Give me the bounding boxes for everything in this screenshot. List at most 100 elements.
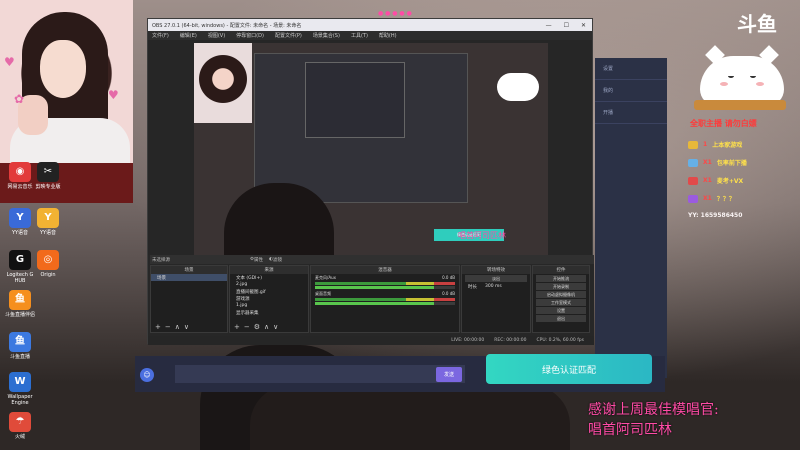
- menu-edit[interactable]: 编辑(E): [180, 32, 197, 39]
- netease-music-icon: ◉: [9, 162, 31, 182]
- desktop-icon-label: Wallpaper Engine: [7, 394, 33, 406]
- gift-icon: [688, 140, 698, 149]
- menu-tools[interactable]: 工具(T): [351, 32, 368, 39]
- preview-recursive-obs: [254, 53, 468, 203]
- desktop-icon-label: 网易云音乐: [7, 184, 33, 190]
- volume-meter: [315, 282, 455, 285]
- source-item[interactable]: 直播间截图.gif: [230, 288, 308, 295]
- green-verify-button[interactable]: 绿色认证匹配: [486, 354, 652, 384]
- transitions-dock: 转场特效 淡出 时长 300 ms: [461, 265, 531, 333]
- douyu-side-panel: 设置 我的 开播: [595, 58, 667, 378]
- desktop-icon[interactable]: W Wallpaper Engine: [2, 372, 38, 406]
- virtual-camera-button[interactable]: 启动虚拟摄像机: [536, 291, 586, 298]
- overlay-line: X1 ？？？: [688, 194, 735, 203]
- mixer-track[interactable]: 麦克风/Aux 0.0 dB: [311, 274, 459, 290]
- thanks-overlay: 感谢上周最佳模唱官: 唱首阿司匹林: [588, 400, 719, 440]
- mixer-track[interactable]: 桌面音频 0.0 dB: [311, 290, 459, 306]
- maximize-icon[interactable]: ☐: [564, 22, 569, 29]
- menu-file[interactable]: 文件(F): [152, 32, 169, 39]
- volume-slider[interactable]: [315, 302, 455, 305]
- controls-dock: 控件 开始推流 开始录制 启动虚拟摄像机 工作室模式 设置 退出: [532, 265, 590, 333]
- send-button[interactable]: 发送: [436, 367, 462, 382]
- overlay-line-text: 麦考+VX: [716, 178, 744, 185]
- exit-button[interactable]: 退出: [536, 315, 586, 322]
- source-item[interactable]: 1.jpg: [230, 302, 308, 309]
- track-name: 麦克风/Aux: [315, 275, 336, 280]
- desktop-icon-label: Origin: [40, 272, 56, 278]
- menu-help[interactable]: 帮助(H): [379, 32, 397, 39]
- settings-button[interactable]: 设置: [536, 307, 586, 314]
- scenes-toolbar[interactable]: +−∧∨: [155, 323, 193, 331]
- scene-item[interactable]: 场景: [151, 274, 227, 281]
- cat-eye: [728, 74, 734, 78]
- sources-dock: 来源 文本 (GDI+) 2.jpg 直播间截图.gif 游戏源 1.jpg 显…: [229, 265, 309, 333]
- desktop-icon-label: YY语音: [11, 230, 29, 236]
- webcam-feed: ♥ ♥ ✿: [0, 0, 133, 163]
- source-item[interactable]: 显示器采集: [230, 309, 308, 316]
- heart-sticker-icon: ✿: [14, 92, 25, 106]
- transition-select[interactable]: 淡出: [465, 275, 527, 282]
- cat-eye: [750, 74, 756, 78]
- overlay-line-count: X1: [703, 177, 712, 184]
- start-recording-button[interactable]: 开始录制: [536, 283, 586, 290]
- jianying-icon: ✂: [37, 162, 59, 182]
- recording-indicator: ● ● ● ● ●: [378, 10, 412, 17]
- desktop-icon[interactable]: 鱼 斗鱼直播伴侣: [2, 290, 38, 318]
- overlay-line: X1 麦考+VX: [688, 176, 743, 185]
- huorong-icon: ☂: [9, 412, 31, 432]
- minimize-icon[interactable]: —: [546, 22, 552, 29]
- webcam-face: [40, 40, 86, 98]
- desktop-icon[interactable]: ◎ Origin: [30, 250, 66, 278]
- avatar[interactable]: ☺: [140, 368, 154, 382]
- overlay-line-count: 1: [703, 141, 708, 148]
- volume-slider[interactable]: [315, 286, 455, 289]
- menu-docks[interactable]: 停靠窗口(D): [236, 32, 264, 39]
- side-panel-row[interactable]: 设置: [595, 58, 667, 80]
- menu-view[interactable]: 视图(V): [208, 32, 225, 39]
- cat-mascot: [700, 45, 784, 106]
- preview-recursive-obs-inner: [305, 62, 405, 138]
- overlay-title: 全职主播 请勿白嫖: [690, 119, 757, 128]
- origin-icon: ◎: [37, 250, 59, 270]
- obs-status-bar: LIVE: 00:00:00 REC: 00:00:00 CPU: 0.2%, …: [148, 336, 594, 345]
- track-db: 0.0 dB: [442, 275, 455, 280]
- sources-toolbar[interactable]: +−⚙∧∨: [234, 323, 282, 331]
- source-toolbar: 未选择源 ⚙ 属性 ◐ 滤镜: [150, 255, 594, 264]
- overlay-line-text: 上本家游戏: [712, 142, 743, 149]
- start-streaming-button[interactable]: 开始推流: [536, 275, 586, 282]
- desktop-icon-label: 斗鱼直播伴侣: [4, 312, 35, 318]
- preview-chair: [224, 183, 334, 265]
- rec-status: REC: 00:00:00: [494, 338, 527, 343]
- menu-scene-collection[interactable]: 场景集合(S): [313, 32, 340, 39]
- desktop-icon[interactable]: Y YY语音: [30, 208, 66, 236]
- chair-silhouette-2: [250, 385, 570, 450]
- live-status: LIVE: 00:00:00: [451, 338, 485, 343]
- mixer-dock: 混音器 麦克风/Aux 0.0 dB 桌面音频 0.0 dB: [310, 265, 460, 333]
- properties-button[interactable]: 属性: [254, 257, 263, 263]
- desktop-icon[interactable]: 鱼 斗鱼直播: [2, 332, 38, 360]
- cat-blush: [720, 82, 728, 86]
- yy-voice-icon: Y: [37, 208, 59, 228]
- douyu-logo: 斗鱼: [737, 12, 777, 36]
- duration-input[interactable]: 300 ms: [485, 284, 502, 289]
- rocket-icon: [688, 176, 698, 185]
- source-item[interactable]: 游戏源: [230, 295, 308, 302]
- close-icon[interactable]: ✕: [581, 22, 586, 29]
- filters-button[interactable]: 滤镜: [273, 257, 282, 263]
- sources-header: 来源: [230, 266, 308, 274]
- track-db: 0.0 dB: [442, 291, 455, 296]
- message-input[interactable]: [175, 365, 465, 383]
- preview-webcam: [194, 43, 252, 123]
- source-item[interactable]: 2.jpg: [230, 281, 308, 288]
- overlay-line: X1 包率前下播: [688, 158, 747, 167]
- side-panel-row[interactable]: 开播: [595, 102, 667, 124]
- overlay-line: 1 上本家游戏: [688, 140, 742, 149]
- menu-profile[interactable]: 配置文件(P): [275, 32, 302, 39]
- source-item[interactable]: 文本 (GDI+): [230, 274, 308, 281]
- obs-docks: 未选择源 ⚙ 属性 ◐ 滤镜 场景 场景 +−∧∨ 来源 文本 (GDI+) 2…: [148, 255, 594, 345]
- side-panel-row[interactable]: 我的: [595, 80, 667, 102]
- desktop-icon[interactable]: ✂ 剪映专业版: [30, 162, 66, 190]
- duration-label: 时长: [468, 284, 477, 290]
- studio-mode-button[interactable]: 工作室模式: [536, 299, 586, 306]
- desktop-icon[interactable]: ☂ 火绒: [2, 412, 38, 440]
